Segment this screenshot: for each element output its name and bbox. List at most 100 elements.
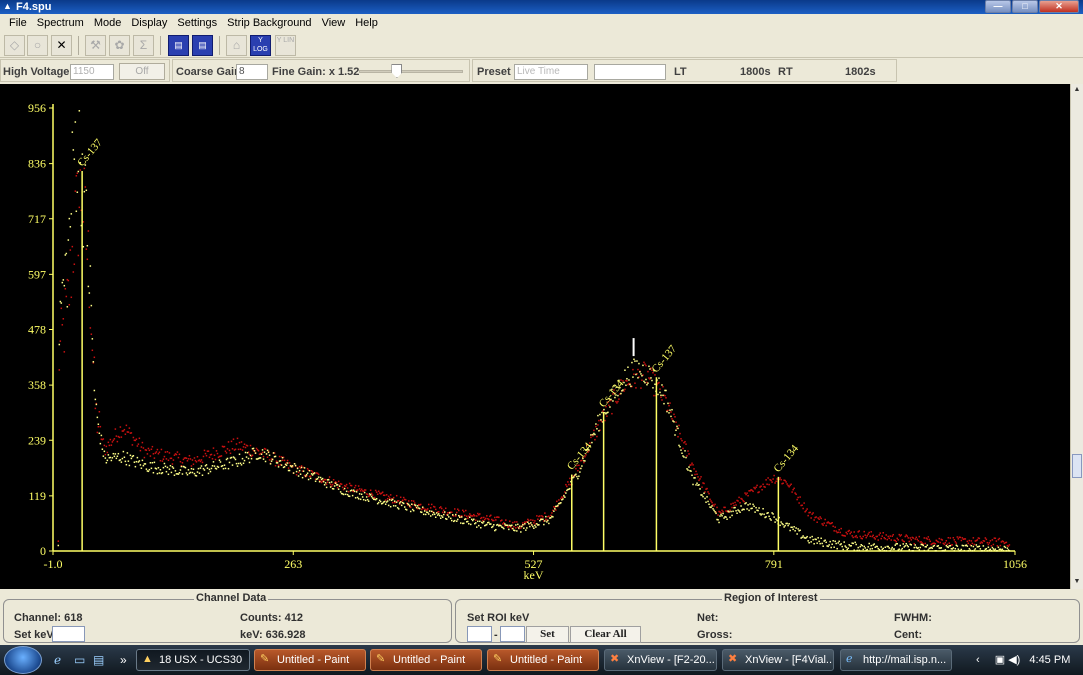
high-voltage-spinner[interactable]: 1150 (70, 64, 114, 80)
data-point (728, 511, 730, 513)
taskbar-item-paint-2[interactable]: ✎ Untitled - Paint (370, 649, 482, 671)
roi-end-input[interactable] (500, 626, 525, 642)
data-point (708, 503, 710, 506)
spectrum-plot[interactable]: 0 119 239 358 478 597 717 836 956 -1.0 263 527 791 10… (0, 84, 1070, 589)
data-point (122, 430, 125, 432)
clear-all-button[interactable]: Clear All (570, 626, 641, 643)
data-point (226, 448, 229, 450)
set-button[interactable]: Set (526, 626, 569, 643)
menu-view[interactable]: View (317, 14, 351, 33)
data-point (320, 481, 323, 484)
network-icon[interactable]: ▣ (995, 654, 1005, 666)
document-icon-1[interactable]: ▤ (168, 35, 189, 56)
sigma-icon[interactable]: Σ (133, 35, 154, 56)
data-point (925, 546, 928, 548)
gear-icon[interactable]: ✿ (109, 35, 130, 56)
data-point (754, 487, 756, 490)
data-point (793, 525, 795, 528)
close-x-icon[interactable]: ✕ (51, 35, 72, 56)
data-point (222, 467, 225, 470)
data-point (959, 536, 962, 539)
clock[interactable]: 4:45 PM (1029, 654, 1070, 666)
taskbar-item-paint-1[interactable]: ✎ Untitled - Paint (254, 649, 366, 671)
taskbar-item-xnview-2[interactable]: ✖ XnView - [F4Vial... (722, 649, 834, 671)
set-kev-input[interactable] (52, 626, 85, 642)
data-point (297, 475, 300, 477)
spectrum-chart[interactable]: 0119239358478597717836956-1.0 263 527 791 10… (0, 84, 1070, 589)
data-point (696, 473, 698, 475)
scroll-up-icon[interactable]: ▲ (1071, 84, 1083, 96)
menu-settings[interactable]: Settings (172, 14, 222, 33)
minimize-icon[interactable]: — (985, 0, 1011, 13)
vertical-scrollbar[interactable]: ▲ ▼ (1070, 84, 1083, 589)
data-point (822, 524, 824, 526)
scroll-down-icon[interactable]: ▼ (1071, 576, 1083, 588)
data-point (761, 488, 763, 491)
data-point (523, 527, 525, 529)
data-point (991, 539, 994, 541)
off-button[interactable]: Off (119, 63, 165, 80)
circle-icon[interactable]: ○ (27, 35, 48, 56)
maximize-icon[interactable]: □ (1012, 0, 1038, 13)
data-point (216, 452, 219, 455)
menu-file[interactable]: File (4, 14, 32, 33)
data-point (488, 521, 490, 524)
data-point (72, 149, 75, 151)
menu-help[interactable]: Help (350, 14, 383, 33)
ie-icon[interactable]: ℯ (54, 653, 70, 667)
data-point (94, 407, 97, 410)
taskbar-item-xnview-1[interactable]: ✖ XnView - [F2-20... (604, 649, 717, 671)
data-point (166, 466, 169, 469)
menu-display[interactable]: Display (126, 14, 172, 33)
data-point (620, 392, 622, 395)
paint-icon: ✎ (493, 653, 503, 665)
data-point (667, 402, 669, 405)
data-point (910, 539, 913, 541)
data-point (748, 509, 750, 512)
data-point (455, 513, 457, 516)
data-point (810, 541, 812, 543)
taskbar-item-paint-3[interactable]: ✎ Untitled - Paint (487, 649, 599, 671)
data-point (457, 508, 459, 510)
menu-spectrum[interactable]: Spectrum (32, 14, 89, 33)
data-point (345, 483, 348, 486)
y-lin-icon[interactable]: Y LIN (275, 35, 296, 56)
data-point (170, 471, 173, 474)
volume-icon[interactable]: ◀) (1008, 654, 1020, 666)
home-icon[interactable]: ⌂ (226, 35, 247, 56)
start-button[interactable] (4, 646, 42, 674)
document-icon-2[interactable]: ▤ (192, 35, 213, 56)
close-icon[interactable]: ✕ (1039, 0, 1079, 13)
fine-gain-slider-track[interactable] (359, 70, 463, 73)
menu-strip-background[interactable]: Strip Background (222, 14, 316, 33)
preset-dropdown[interactable]: Live Time (514, 64, 588, 80)
preset-value-input[interactable] (594, 64, 666, 80)
menu-mode[interactable]: Mode (89, 14, 127, 33)
desktop-icon[interactable]: ▭ (74, 653, 90, 667)
fine-gain-slider-thumb[interactable] (391, 64, 403, 78)
explorer-icon[interactable]: ▤ (93, 653, 109, 667)
data-point (413, 502, 416, 504)
data-point (149, 455, 152, 457)
tray-chevron-icon[interactable]: ‹ (976, 654, 980, 666)
move-icon[interactable]: ◇ (4, 35, 25, 56)
scroll-thumb[interactable] (1072, 454, 1082, 478)
roi-start-input[interactable] (467, 626, 492, 642)
data-point (626, 377, 628, 380)
data-point (111, 441, 114, 443)
wrench-icon[interactable]: ⚒ (85, 35, 106, 56)
data-point (448, 512, 451, 514)
data-point (343, 487, 346, 490)
data-point (301, 476, 304, 479)
data-point (129, 454, 132, 457)
data-point (231, 448, 234, 450)
coarse-gain-spinner[interactable]: 8 (236, 64, 268, 80)
data-point (69, 249, 72, 251)
data-point (142, 447, 145, 449)
quicklaunch-overflow-icon[interactable]: » (120, 653, 136, 667)
taskbar-item-ie[interactable]: ℯ http://mail.isp.n... (840, 649, 952, 671)
data-point (145, 449, 148, 451)
taskbar-item-usx[interactable]: ▲ 18 USX - UCS30 (136, 649, 250, 671)
data-point (535, 526, 537, 528)
y-log-icon[interactable]: Y LOG (250, 35, 271, 56)
